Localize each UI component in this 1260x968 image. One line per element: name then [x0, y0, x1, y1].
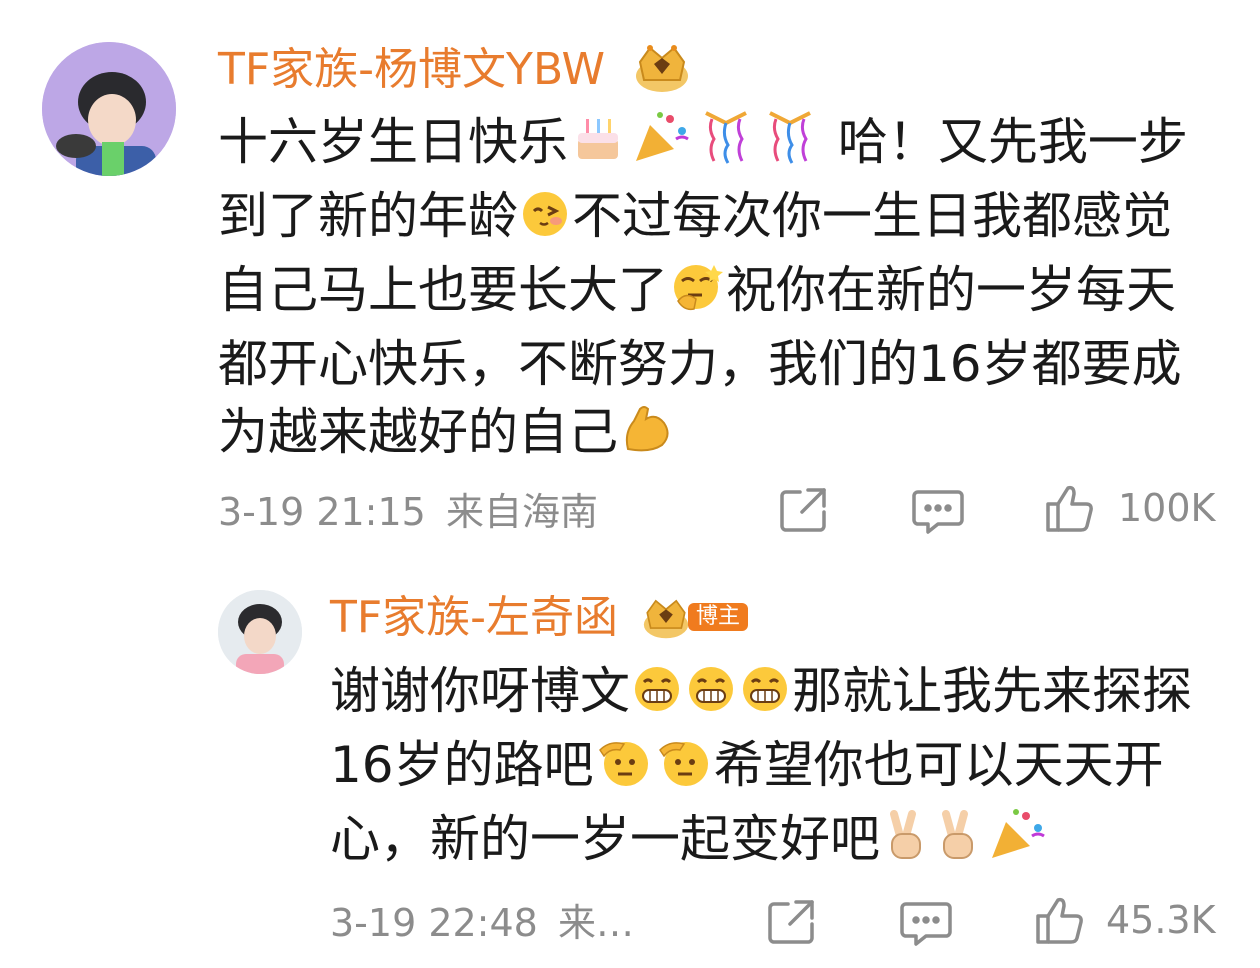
crown-badge-icon [640, 594, 692, 644]
reply-location: 来… [557, 901, 634, 945]
comment-time: 3-19 21:15 [218, 490, 426, 534]
like-icon [1036, 897, 1083, 944]
comment-location: 来自海南 [445, 490, 598, 534]
flexed-biceps-emoji [620, 403, 672, 472]
comment-meta: 3-19 21:15 来自海南 [218, 493, 598, 531]
cute-face-emoji [520, 188, 570, 256]
comment-icon [900, 902, 952, 946]
celebration-emoji [696, 109, 756, 182]
comment-username[interactable]: TF家族-杨博文YBW [218, 48, 605, 92]
party-popper-emoji [630, 109, 692, 182]
comment-icon [912, 490, 964, 534]
reply-username[interactable]: TF家族-左奇函 [330, 596, 618, 640]
share-icon [768, 900, 814, 944]
reply-text-segment: 谢谢你呀博文 [330, 662, 630, 720]
reply-comment-button[interactable] [900, 900, 952, 946]
salute-emoji [656, 736, 712, 805]
cake-emoji [570, 113, 626, 182]
author-tag: 博主 [688, 603, 749, 631]
celebration-emoji [760, 109, 820, 182]
like-button[interactable]: 100K [1044, 482, 1215, 534]
grin-emoji [686, 663, 736, 731]
share-icon [780, 488, 826, 532]
thinking-face-emoji [670, 261, 724, 330]
comment-button[interactable] [912, 488, 964, 534]
avatar[interactable] [42, 42, 176, 176]
reply-meta: 3-19 22:48 来… [330, 904, 634, 942]
like-icon [1046, 485, 1093, 532]
crown-badge-icon [632, 40, 692, 98]
avatar-image [42, 42, 176, 176]
victory-hand-emoji [882, 810, 930, 879]
victory-hand-emoji [934, 810, 982, 879]
grin-emoji [740, 663, 790, 731]
reply-avatar[interactable] [218, 590, 302, 674]
reply-share-button[interactable] [766, 898, 818, 946]
comment-text: 十六岁生日快乐 哈！又先我一步到了新的年龄 不过每次你一生日我都感觉自己马上也要长… [218, 108, 1208, 472]
reply-avatar-image [218, 590, 302, 674]
reply-like-button[interactable]: 45.3K [1034, 894, 1216, 946]
reply-text: 谢谢你呀博文 那就让我先来探探16岁的路吧 希望你也可以天天开心，新的一岁一起变好吧 [330, 657, 1215, 879]
share-button[interactable] [778, 486, 830, 534]
comment-like-count: 100K [1118, 486, 1216, 530]
comment-text-segment: 十六岁生日快乐 [218, 113, 568, 171]
reply-time: 3-19 22:48 [330, 901, 538, 945]
party-popper-emoji [986, 806, 1048, 879]
reply-like-count: 45.3K [1106, 898, 1216, 942]
grin-emoji [632, 663, 682, 731]
salute-emoji [596, 736, 652, 805]
